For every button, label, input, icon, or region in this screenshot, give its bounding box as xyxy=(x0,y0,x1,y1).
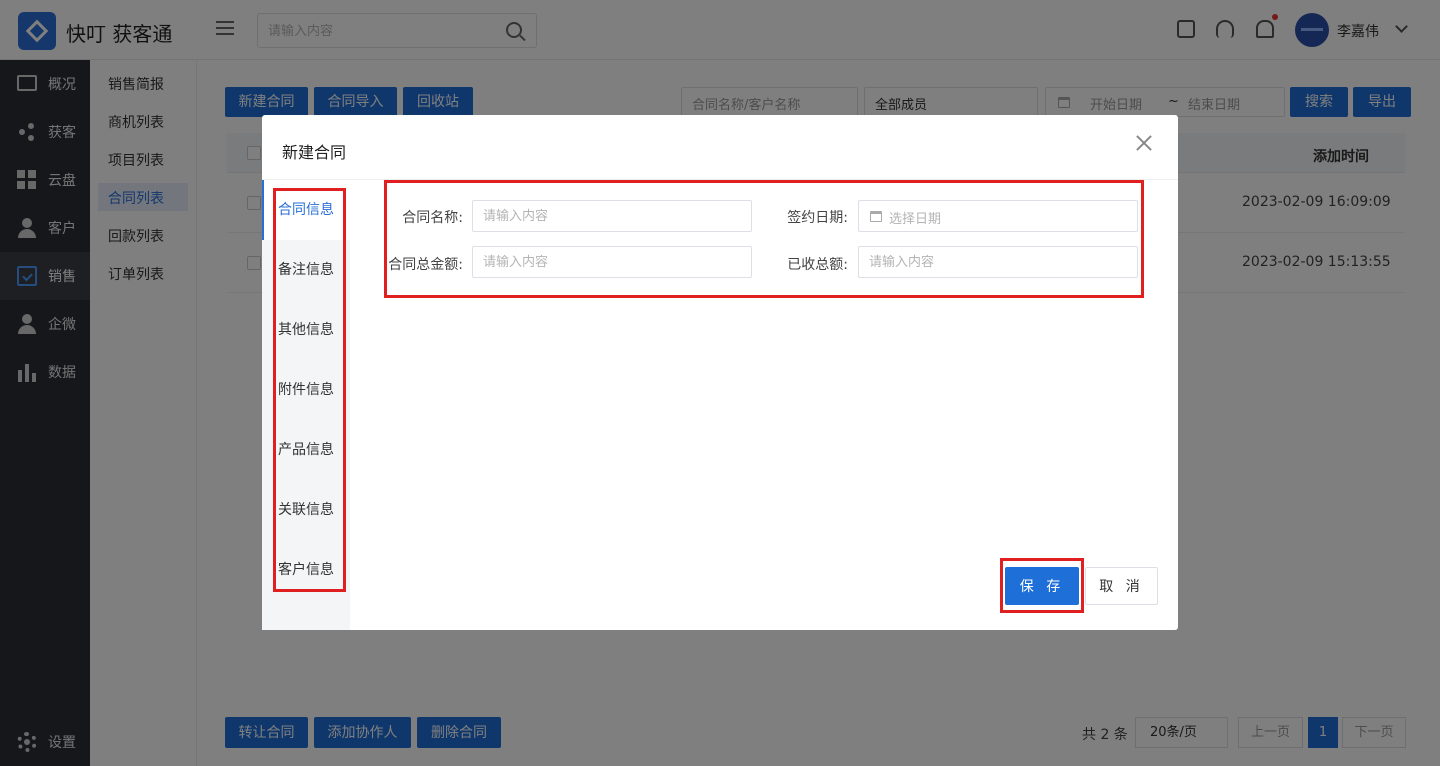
sign-date-picker[interactable]: 选择日期 xyxy=(858,200,1138,232)
tab-remark-info[interactable]: 备注信息 xyxy=(262,240,350,300)
dialog-divider xyxy=(262,179,1178,180)
tab-customer-info[interactable]: 客户信息 xyxy=(262,540,350,600)
sign-date-label: 签约日期: xyxy=(787,210,848,226)
new-contract-dialog: 新建合同 合同信息 备注信息 其他信息 附件信息 产品信息 关联信息 客户信息 … xyxy=(262,115,1178,630)
tab-contract-info[interactable]: 合同信息 xyxy=(262,180,350,240)
received-amount-input[interactable] xyxy=(858,246,1138,278)
close-icon[interactable] xyxy=(1134,133,1154,153)
calendar-icon xyxy=(870,211,882,222)
tab-attachment-info[interactable]: 附件信息 xyxy=(262,360,350,420)
tab-related-info[interactable]: 关联信息 xyxy=(262,480,350,540)
total-amount-label: 合同总金额: xyxy=(388,257,463,273)
save-button[interactable]: 保 存 xyxy=(1005,567,1079,605)
dialog-title: 新建合同 xyxy=(282,143,347,162)
contract-name-label: 合同名称: xyxy=(402,210,463,226)
total-amount-input[interactable] xyxy=(472,246,752,278)
form-highlight-box xyxy=(384,180,1144,298)
received-amount-label: 已收总额: xyxy=(787,257,848,273)
cancel-button[interactable]: 取 消 xyxy=(1085,567,1158,605)
sign-date-placeholder: 选择日期 xyxy=(889,212,942,227)
tab-other-info[interactable]: 其他信息 xyxy=(262,300,350,360)
contract-name-input[interactable] xyxy=(472,200,752,232)
dialog-tab-list: 合同信息 备注信息 其他信息 附件信息 产品信息 关联信息 客户信息 xyxy=(262,180,350,630)
tab-product-info[interactable]: 产品信息 xyxy=(262,420,350,480)
